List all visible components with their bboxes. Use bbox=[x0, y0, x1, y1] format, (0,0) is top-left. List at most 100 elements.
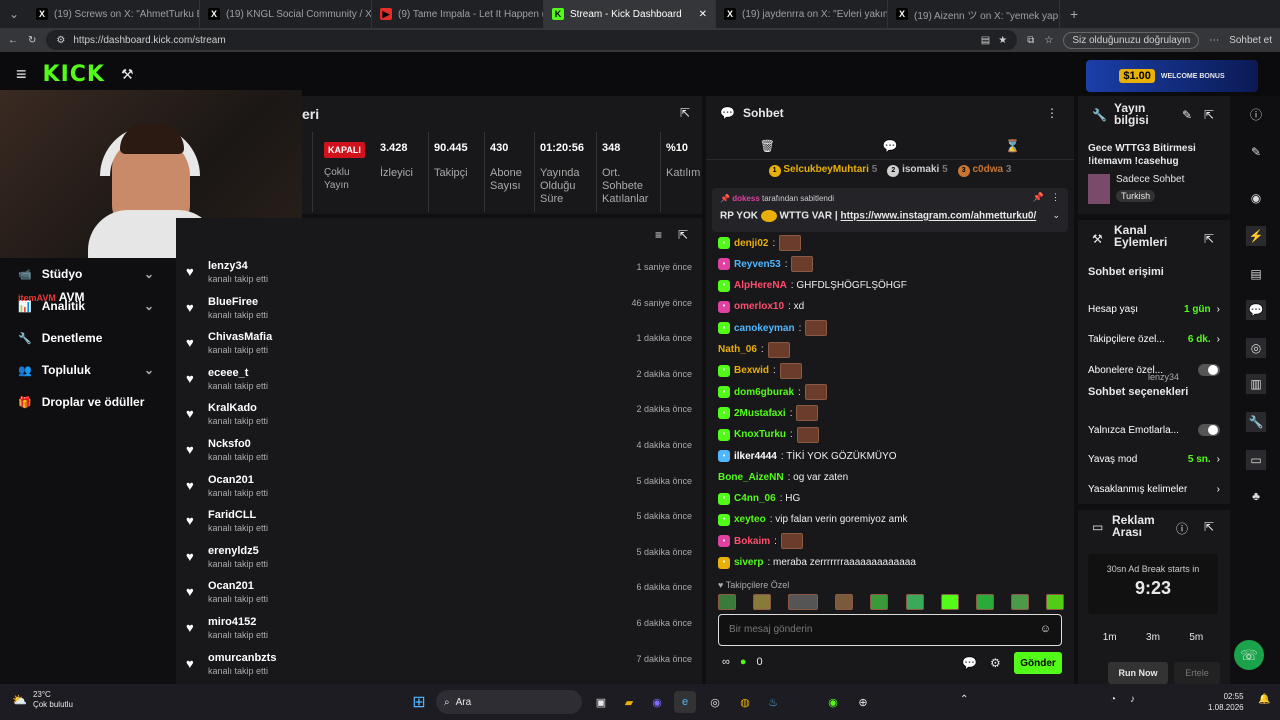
bell-icon[interactable]: 🔔 bbox=[1258, 694, 1270, 705]
emote[interactable] bbox=[796, 426, 819, 443]
spotify-icon[interactable]: ◉ bbox=[822, 691, 844, 713]
points-icon[interactable]: ● bbox=[740, 656, 747, 668]
follower-name[interactable]: BlueFiree bbox=[208, 296, 258, 308]
reload-icon[interactable]: ↻ bbox=[28, 35, 36, 46]
broadcast-icon[interactable]: ◎ bbox=[1246, 338, 1266, 358]
top-gifter[interactable]: 1 SelcukbeyMuhtari 5 bbox=[768, 164, 877, 178]
follower-name[interactable]: omurcanbzts bbox=[208, 652, 276, 664]
follower-row[interactable]: ♥ lenzy34 kanalı takip etti 1 saniye önce bbox=[186, 258, 692, 292]
emote[interactable] bbox=[975, 594, 994, 610]
app-icon[interactable]: ⊕ bbox=[852, 691, 874, 713]
volume-icon[interactable]: ♪ bbox=[1130, 694, 1135, 705]
weather-widget[interactable]: ⛅ 23°C Çok bulutlu bbox=[12, 690, 73, 710]
follower-row[interactable]: ♥ Ocan201 kanalı takip etti 5 dakika önce bbox=[186, 472, 692, 506]
follower-row[interactable]: ♥ Ncksfo0 kanalı takip etti 4 dakika önce bbox=[186, 436, 692, 470]
tab-3[interactable]: K Stream - Kick Dashboard ✕ bbox=[544, 0, 716, 28]
unpin-icon[interactable]: 📌 bbox=[1033, 192, 1044, 203]
wrench-icon[interactable]: 🔧 bbox=[1246, 412, 1266, 432]
toggle-switch[interactable] bbox=[1198, 424, 1220, 436]
follower-row[interactable]: ♥ omurcanbzts kanalı takip etti 7 dakika ön… bbox=[186, 650, 692, 684]
run-now-button[interactable]: Run Now bbox=[1108, 662, 1168, 684]
favorites-icon[interactable]: ☆ bbox=[1044, 35, 1053, 46]
chat-username[interactable]: dom6gburak bbox=[734, 387, 794, 398]
url-field[interactable]: ⚙ https://dashboard.kick.com/stream ▤ ★ bbox=[46, 30, 1018, 50]
clock[interactable]: 02:55 1.08.2026 bbox=[1208, 691, 1244, 713]
pinned-link[interactable]: https://www.instagram.com/ahmetturku0/ bbox=[841, 211, 1037, 222]
popout-icon[interactable]: ⇱ bbox=[1204, 232, 1214, 246]
gear-icon[interactable]: ⚙ bbox=[990, 656, 1001, 670]
sidebar-item-2[interactable]: 🔧 Denetleme bbox=[0, 322, 172, 354]
trash-icon[interactable]: 🗑 bbox=[760, 139, 775, 153]
chat-username[interactable]: canokeyman bbox=[734, 323, 795, 334]
follower-name[interactable]: Ocan201 bbox=[208, 474, 254, 486]
kick-logo[interactable]: KICK bbox=[43, 62, 105, 87]
back-icon[interactable]: ← bbox=[8, 35, 18, 46]
emote[interactable] bbox=[779, 362, 802, 379]
chat-username[interactable]: AlpHereNA bbox=[734, 280, 787, 291]
infinity-icon[interactable]: ∞ bbox=[722, 656, 730, 668]
follower-row[interactable]: ♥ BlueFiree kanalı takip etti 46 saniye önc… bbox=[186, 294, 692, 328]
discord-icon[interactable]: ◉ bbox=[646, 691, 668, 713]
copilot-button[interactable]: Sohbet et bbox=[1229, 35, 1272, 46]
popout-icon[interactable]: ⇱ bbox=[678, 228, 688, 242]
top-gifter[interactable]: 2 isomaki 5 bbox=[887, 164, 948, 178]
popout-icon[interactable]: ⇱ bbox=[1204, 520, 1214, 534]
chat-username[interactable]: KnoxTurku bbox=[734, 429, 786, 440]
chat-username[interactable]: Reyven53 bbox=[734, 259, 781, 270]
emote[interactable] bbox=[788, 594, 819, 610]
tab-0[interactable]: X(19) Screws on X: "AhmetTurku Bü✕ bbox=[28, 0, 200, 28]
bookmark-star-icon[interactable]: ★ bbox=[998, 35, 1007, 46]
follower-name[interactable]: erenyldz5 bbox=[208, 545, 259, 557]
new-tab-icon[interactable]: + bbox=[1060, 6, 1088, 22]
steam-icon[interactable]: ♨ bbox=[762, 691, 784, 713]
follower-row[interactable]: ♥ Ocan201 kanalı takip etti 6 dakika önce bbox=[186, 578, 692, 612]
follower-row[interactable]: ♥ FaridCLL kanalı takip etti 5 dakika önce bbox=[186, 507, 692, 541]
bolt-icon[interactable]: ⚡ bbox=[1246, 226, 1266, 246]
emote[interactable] bbox=[940, 594, 959, 610]
pinned-menu-icon[interactable]: ⋮ bbox=[1051, 192, 1060, 203]
menu-icon[interactable]: ≡ bbox=[16, 64, 27, 85]
tab-2[interactable]: ▶(9) Tame Impala - Let It Happen (O✕ bbox=[372, 0, 544, 28]
folder-icon[interactable]: ▰ bbox=[618, 691, 640, 713]
sidebar-item-3[interactable]: 👥 Topluluk ⌄ bbox=[0, 354, 172, 386]
verify-button[interactable]: Siz olduğunuzu doğrulayın bbox=[1063, 31, 1200, 49]
emote[interactable] bbox=[779, 235, 802, 251]
chat-username[interactable]: omerlox10 bbox=[734, 301, 784, 312]
chat-bubble-icon[interactable]: 💬 bbox=[962, 656, 977, 670]
emote[interactable] bbox=[835, 594, 854, 610]
doc-icon[interactable]: ▤ bbox=[1246, 264, 1266, 284]
category-name[interactable]: Sadece Sohbet bbox=[1116, 174, 1184, 185]
more-icon[interactable]: ⋯ bbox=[1209, 35, 1219, 46]
edge-icon[interactable]: e bbox=[674, 691, 696, 713]
send-button[interactable]: Gönder bbox=[1014, 652, 1062, 674]
emote[interactable] bbox=[796, 405, 819, 422]
chat-username[interactable]: Bokaim bbox=[734, 536, 770, 547]
chat-username[interactable]: xeyteo bbox=[734, 514, 766, 525]
github-icon[interactable]: ◎ bbox=[704, 691, 726, 713]
emote[interactable] bbox=[780, 533, 803, 550]
taskview-icon[interactable]: ▣ bbox=[590, 691, 612, 713]
tab-1[interactable]: X(19) KNGL Social Community / X✕ bbox=[200, 0, 372, 28]
ad-banner[interactable]: $1.00 WELCOME BONUS bbox=[1086, 60, 1258, 92]
chat-username[interactable]: denji02 bbox=[734, 238, 768, 249]
follower-name[interactable]: eceee_t bbox=[208, 367, 248, 379]
popout-icon[interactable]: ⇱ bbox=[680, 106, 690, 120]
info-icon[interactable]: ⓘ bbox=[1246, 104, 1266, 124]
follower-name[interactable]: lenzy34 bbox=[208, 260, 248, 272]
chat-username[interactable]: Bone_AizeNN bbox=[718, 472, 784, 483]
ad-duration-option[interactable]: 5m bbox=[1189, 632, 1203, 643]
action-row-1[interactable]: Takipçilere özel... 6 dk. › bbox=[1088, 334, 1220, 345]
follower-row[interactable]: ♥ eceee_t kanalı takip etti 2 dakika önce bbox=[186, 365, 692, 399]
emote[interactable] bbox=[870, 594, 889, 610]
hourglass-icon[interactable]: ⌛ bbox=[1005, 139, 1020, 153]
wifi-icon[interactable]: ◔ bbox=[1110, 694, 1116, 705]
info-icon[interactable]: ⓘ bbox=[1176, 520, 1188, 537]
chat-icon[interactable]: 💬 bbox=[1246, 300, 1266, 320]
support-icon[interactable]: ☏ bbox=[1234, 640, 1264, 670]
action-row-0[interactable]: Hesap yaşı 1 gün › bbox=[1088, 304, 1220, 315]
emote[interactable] bbox=[804, 384, 827, 401]
emote[interactable] bbox=[791, 256, 814, 273]
top-gifter[interactable]: 3 c0dwa 3 bbox=[957, 164, 1011, 178]
follower-name[interactable]: miro4152 bbox=[208, 616, 256, 628]
window-icon[interactable]: ▭ bbox=[1246, 450, 1266, 470]
